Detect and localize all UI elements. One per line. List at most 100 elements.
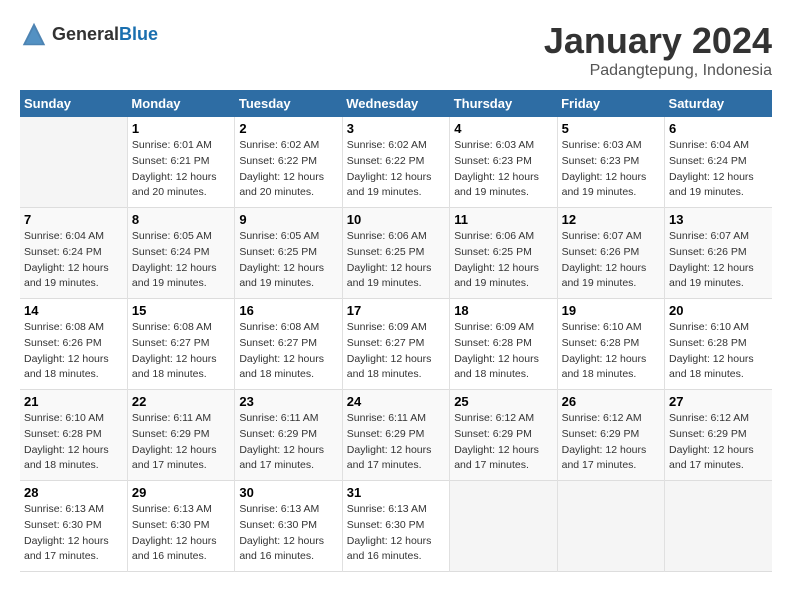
month-year-title: January 2024 bbox=[544, 20, 772, 62]
day-info: Sunrise: 6:13 AMSunset: 6:30 PMDaylight:… bbox=[24, 503, 109, 562]
calendar-cell: 2Sunrise: 6:02 AMSunset: 6:22 PMDaylight… bbox=[235, 117, 342, 208]
day-number: 11 bbox=[454, 212, 552, 227]
calendar-cell: 7 Sunrise: 6:04 AMSunset: 6:24 PMDaylight… bbox=[20, 208, 127, 299]
calendar-cell: 24Sunrise: 6:11 AMSunset: 6:29 PMDayligh… bbox=[342, 390, 449, 481]
calendar-week-4: 21 Sunrise: 6:10 AMSunset: 6:28 PMDayligh… bbox=[20, 390, 772, 481]
day-number: 31 bbox=[347, 485, 445, 500]
day-number: 4 bbox=[454, 121, 552, 136]
calendar-cell: 5Sunrise: 6:03 AMSunset: 6:23 PMDaylight… bbox=[557, 117, 664, 208]
day-info: Sunrise: 6:08 AMSunset: 6:26 PMDaylight:… bbox=[24, 321, 109, 380]
calendar-cell: 30 Sunrise: 6:13 AMSunset: 6:30 PMDayligh… bbox=[235, 481, 342, 572]
calendar-cell: 4 Sunrise: 6:03 AMSunset: 6:23 PMDaylight… bbox=[450, 117, 557, 208]
day-header-friday: Friday bbox=[557, 90, 664, 117]
calendar-cell bbox=[665, 481, 772, 572]
day-info: Sunrise: 6:09 AMSunset: 6:28 PMDaylight:… bbox=[454, 321, 539, 380]
days-header-row: SundayMondayTuesdayWednesdayThursdayFrid… bbox=[20, 90, 772, 117]
calendar-cell: 18 Sunrise: 6:09 AMSunset: 6:28 PMDayligh… bbox=[450, 299, 557, 390]
day-info: Sunrise: 6:12 AMSunset: 6:29 PMDaylight:… bbox=[562, 412, 647, 471]
day-info: Sunrise: 6:06 AMSunset: 6:25 PMDaylight:… bbox=[454, 230, 539, 289]
day-number: 30 bbox=[239, 485, 337, 500]
calendar-cell: 25 Sunrise: 6:12 AMSunset: 6:29 PMDayligh… bbox=[450, 390, 557, 481]
day-info: Sunrise: 6:07 AMSunset: 6:26 PMDaylight:… bbox=[669, 230, 754, 289]
day-header-tuesday: Tuesday bbox=[235, 90, 342, 117]
day-info: Sunrise: 6:03 AMSunset: 6:23 PMDaylight:… bbox=[454, 139, 539, 198]
day-number: 20 bbox=[669, 303, 768, 318]
calendar-cell: 12 Sunrise: 6:07 AMSunset: 6:26 PMDayligh… bbox=[557, 208, 664, 299]
calendar-cell: 8Sunrise: 6:05 AMSunset: 6:24 PMDaylight… bbox=[127, 208, 234, 299]
day-number: 25 bbox=[454, 394, 552, 409]
calendar-header: SundayMondayTuesdayWednesdayThursdayFrid… bbox=[20, 90, 772, 117]
calendar-week-5: 28 Sunrise: 6:13 AMSunset: 6:30 PMDayligh… bbox=[20, 481, 772, 572]
day-info: Sunrise: 6:11 AMSunset: 6:29 PMDaylight:… bbox=[132, 412, 217, 471]
day-info: Sunrise: 6:10 AMSunset: 6:28 PMDaylight:… bbox=[24, 412, 109, 471]
day-info: Sunrise: 6:08 AMSunset: 6:27 PMDaylight:… bbox=[239, 321, 324, 380]
calendar-cell: 11 Sunrise: 6:06 AMSunset: 6:25 PMDayligh… bbox=[450, 208, 557, 299]
day-info: Sunrise: 6:02 AMSunset: 6:22 PMDaylight:… bbox=[239, 139, 324, 198]
day-number: 21 bbox=[24, 394, 123, 409]
day-number: 29 bbox=[132, 485, 230, 500]
calendar-cell: 17Sunrise: 6:09 AMSunset: 6:27 PMDayligh… bbox=[342, 299, 449, 390]
day-number: 15 bbox=[132, 303, 230, 318]
calendar-cell: 9 Sunrise: 6:05 AMSunset: 6:25 PMDaylight… bbox=[235, 208, 342, 299]
day-number: 7 bbox=[24, 212, 123, 227]
calendar-cell: 27Sunrise: 6:12 AMSunset: 6:29 PMDayligh… bbox=[665, 390, 772, 481]
day-info: Sunrise: 6:02 AMSunset: 6:22 PMDaylight:… bbox=[347, 139, 432, 198]
day-number: 22 bbox=[132, 394, 230, 409]
calendar-week-2: 7 Sunrise: 6:04 AMSunset: 6:24 PMDaylight… bbox=[20, 208, 772, 299]
calendar-body: 1 Sunrise: 6:01 AMSunset: 6:21 PMDaylight… bbox=[20, 117, 772, 572]
calendar-cell: 20 Sunrise: 6:10 AMSunset: 6:28 PMDayligh… bbox=[665, 299, 772, 390]
calendar-cell: 16 Sunrise: 6:08 AMSunset: 6:27 PMDayligh… bbox=[235, 299, 342, 390]
calendar-cell: 28 Sunrise: 6:13 AMSunset: 6:30 PMDayligh… bbox=[20, 481, 127, 572]
day-number: 13 bbox=[669, 212, 768, 227]
calendar-cell: 21 Sunrise: 6:10 AMSunset: 6:28 PMDayligh… bbox=[20, 390, 127, 481]
day-number: 3 bbox=[347, 121, 445, 136]
day-number: 28 bbox=[24, 485, 123, 500]
day-info: Sunrise: 6:04 AMSunset: 6:24 PMDaylight:… bbox=[24, 230, 109, 289]
day-info: Sunrise: 6:08 AMSunset: 6:27 PMDaylight:… bbox=[132, 321, 217, 380]
calendar-cell: 29 Sunrise: 6:13 AMSunset: 6:30 PMDayligh… bbox=[127, 481, 234, 572]
day-info: Sunrise: 6:06 AMSunset: 6:25 PMDaylight:… bbox=[347, 230, 432, 289]
day-header-monday: Monday bbox=[127, 90, 234, 117]
logo-icon bbox=[20, 20, 48, 48]
day-number: 18 bbox=[454, 303, 552, 318]
page-header: GeneralBlue January 2024 Padangtepung, I… bbox=[20, 20, 772, 80]
day-info: Sunrise: 6:07 AMSunset: 6:26 PMDaylight:… bbox=[562, 230, 647, 289]
calendar-cell: 26Sunrise: 6:12 AMSunset: 6:29 PMDayligh… bbox=[557, 390, 664, 481]
logo-text: GeneralBlue bbox=[52, 24, 158, 45]
day-number: 9 bbox=[239, 212, 337, 227]
location-subtitle: Padangtepung, Indonesia bbox=[544, 62, 772, 80]
title-block: January 2024 Padangtepung, Indonesia bbox=[544, 20, 772, 80]
day-number: 27 bbox=[669, 394, 768, 409]
day-info: Sunrise: 6:13 AMSunset: 6:30 PMDaylight:… bbox=[132, 503, 217, 562]
day-info: Sunrise: 6:01 AMSunset: 6:21 PMDaylight:… bbox=[132, 139, 217, 198]
day-header-thursday: Thursday bbox=[450, 90, 557, 117]
day-info: Sunrise: 6:04 AMSunset: 6:24 PMDaylight:… bbox=[669, 139, 754, 198]
day-info: Sunrise: 6:13 AMSunset: 6:30 PMDaylight:… bbox=[239, 503, 324, 562]
day-number: 16 bbox=[239, 303, 337, 318]
day-info: Sunrise: 6:12 AMSunset: 6:29 PMDaylight:… bbox=[454, 412, 539, 471]
day-info: Sunrise: 6:10 AMSunset: 6:28 PMDaylight:… bbox=[669, 321, 754, 380]
day-info: Sunrise: 6:11 AMSunset: 6:29 PMDaylight:… bbox=[347, 412, 432, 471]
day-number: 17 bbox=[347, 303, 445, 318]
calendar-cell bbox=[20, 117, 127, 208]
day-info: Sunrise: 6:05 AMSunset: 6:25 PMDaylight:… bbox=[239, 230, 324, 289]
logo-general: General bbox=[52, 24, 119, 44]
calendar-cell: 31Sunrise: 6:13 AMSunset: 6:30 PMDayligh… bbox=[342, 481, 449, 572]
calendar-cell: 6Sunrise: 6:04 AMSunset: 6:24 PMDaylight… bbox=[665, 117, 772, 208]
calendar-cell: 14 Sunrise: 6:08 AMSunset: 6:26 PMDayligh… bbox=[20, 299, 127, 390]
calendar-week-3: 14 Sunrise: 6:08 AMSunset: 6:26 PMDayligh… bbox=[20, 299, 772, 390]
day-number: 10 bbox=[347, 212, 445, 227]
day-number: 12 bbox=[562, 212, 660, 227]
calendar-cell: 19 Sunrise: 6:10 AMSunset: 6:28 PMDayligh… bbox=[557, 299, 664, 390]
calendar-cell: 22 Sunrise: 6:11 AMSunset: 6:29 PMDayligh… bbox=[127, 390, 234, 481]
day-number: 1 bbox=[132, 121, 230, 136]
day-header-saturday: Saturday bbox=[665, 90, 772, 117]
day-info: Sunrise: 6:10 AMSunset: 6:28 PMDaylight:… bbox=[562, 321, 647, 380]
calendar-table: SundayMondayTuesdayWednesdayThursdayFrid… bbox=[20, 90, 772, 572]
calendar-cell: 15 Sunrise: 6:08 AMSunset: 6:27 PMDayligh… bbox=[127, 299, 234, 390]
day-info: Sunrise: 6:05 AMSunset: 6:24 PMDaylight:… bbox=[132, 230, 217, 289]
day-number: 14 bbox=[24, 303, 123, 318]
calendar-cell: 13 Sunrise: 6:07 AMSunset: 6:26 PMDayligh… bbox=[665, 208, 772, 299]
day-header-sunday: Sunday bbox=[20, 90, 127, 117]
day-number: 19 bbox=[562, 303, 660, 318]
